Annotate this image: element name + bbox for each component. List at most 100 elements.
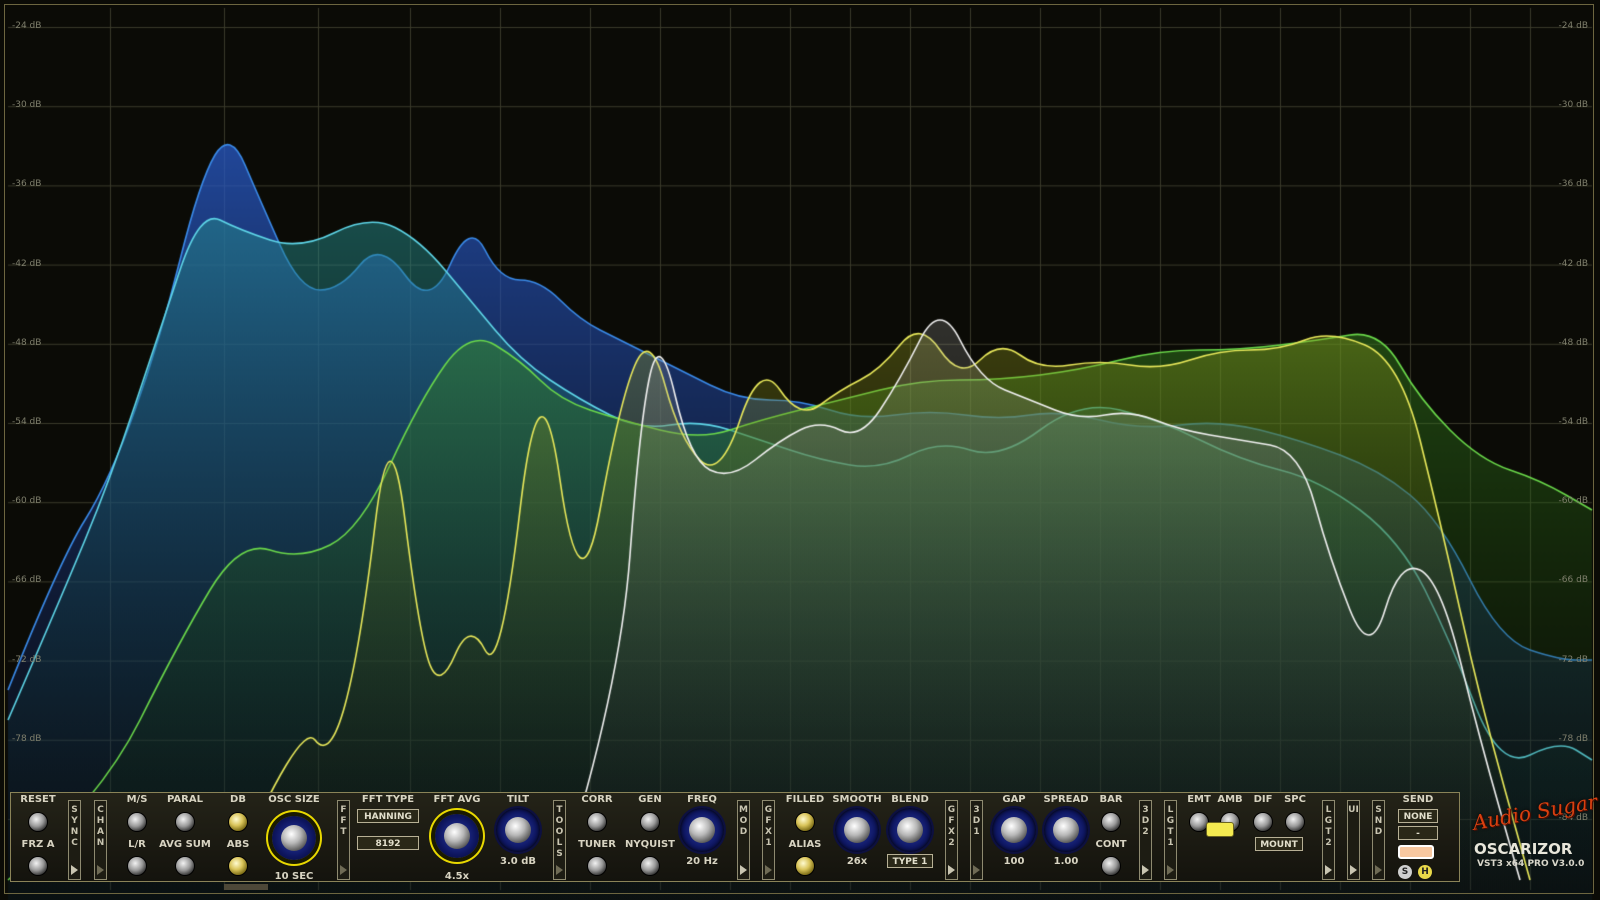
chan-arrow-icon: [97, 865, 104, 875]
3d1-arrow-icon: [973, 865, 980, 875]
fft-tab[interactable]: FFT: [337, 800, 350, 880]
freq-knob[interactable]: [680, 808, 724, 852]
bar-label: BAR: [1099, 794, 1123, 805]
fft-avg-value: 4.5x: [444, 871, 470, 882]
paral-knob[interactable]: [176, 813, 194, 831]
snd-tab[interactable]: SND: [1372, 800, 1385, 880]
db-label-left: -48 dB: [12, 337, 42, 348]
snd-arrow-icon: [1375, 865, 1382, 875]
gap-value: 100: [1003, 856, 1025, 867]
send-target-select[interactable]: NONE: [1398, 809, 1438, 823]
smooth-knob[interactable]: [835, 808, 879, 852]
gap-label: GAP: [1002, 794, 1026, 805]
ms-knob[interactable]: [128, 813, 146, 831]
blend-knob[interactable]: [888, 808, 932, 852]
spc-knob[interactable]: [1286, 813, 1304, 831]
gap-knob[interactable]: [992, 808, 1036, 852]
sync-arrow-icon: [71, 865, 78, 875]
spectrum-display: [0, 0, 1600, 900]
smooth-label: SMOOTH: [832, 794, 882, 805]
spc-label: SPC: [1284, 794, 1306, 805]
paral-label: PARAL: [167, 794, 203, 805]
filled-knob[interactable]: [796, 813, 814, 831]
gfx1-tab-label: GFX1: [764, 805, 773, 848]
lr-knob[interactable]: [128, 857, 146, 875]
sync-tab-label: SYNC: [70, 805, 79, 848]
db-label-left: -66 dB: [12, 575, 42, 586]
tilt-value: 3.0 dB: [500, 856, 536, 867]
lgt2-arrow-icon: [1325, 865, 1332, 875]
fft-arrow-icon: [340, 865, 347, 875]
gfx1-tab[interactable]: GFX1: [762, 800, 775, 880]
mount-button[interactable]: MOUNT: [1255, 837, 1303, 851]
blend-type-select[interactable]: TYPE 1: [887, 854, 933, 868]
freq-label: FREQ: [687, 794, 717, 805]
bar-knob[interactable]: [1102, 813, 1120, 831]
gfx1-arrow-icon: [765, 865, 772, 875]
frz-a-knob[interactable]: [29, 857, 47, 875]
avg-sum-label: AVG SUM: [159, 839, 211, 850]
s-button[interactable]: S: [1398, 865, 1412, 879]
db-label-right: -42 dB: [1558, 258, 1588, 269]
cont-knob[interactable]: [1102, 857, 1120, 875]
lgt2-tab[interactable]: LGT2: [1322, 800, 1335, 880]
send-channel-select[interactable]: -: [1398, 826, 1438, 840]
product-name: OSCARIZOR: [1474, 840, 1573, 858]
fft-avg-knob[interactable]: [435, 814, 479, 858]
light-color-swatch[interactable]: [1206, 822, 1234, 837]
smooth-value: 26x: [846, 856, 868, 867]
chan-tab[interactable]: CHAN: [94, 800, 107, 880]
osc-size-knob[interactable]: [272, 816, 316, 860]
db-label-left: -36 dB: [12, 179, 42, 190]
dif-knob[interactable]: [1254, 813, 1272, 831]
ms-label: M/S: [126, 794, 148, 805]
osc-size-value: 10 SEC: [274, 871, 314, 882]
tuner-knob[interactable]: [588, 857, 606, 875]
fft-size-select[interactable]: 8192: [357, 836, 419, 850]
3d2-arrow-icon: [1142, 865, 1149, 875]
spread-knob[interactable]: [1044, 808, 1088, 852]
db-knob[interactable]: [229, 813, 247, 831]
sync-tab[interactable]: SYNC: [68, 800, 81, 880]
chan-tab-label: CHAN: [96, 805, 105, 848]
tilt-knob[interactable]: [496, 808, 540, 852]
reset-knob[interactable]: [29, 813, 47, 831]
corr-label: CORR: [581, 794, 613, 805]
fft-tab-label: FFT: [340, 805, 347, 837]
db-label-right: -54 dB: [1558, 417, 1588, 427]
h-button[interactable]: H: [1418, 865, 1432, 879]
db-label-right: -36 dB: [1558, 179, 1588, 190]
ui-arrow-icon: [1350, 865, 1357, 875]
3d1-tab[interactable]: 3D1: [970, 800, 983, 880]
fft-type-select[interactable]: HANNING: [357, 809, 419, 823]
send-label: SEND: [1402, 794, 1434, 805]
db-label-left: -42 dB: [12, 258, 42, 269]
lgt2-tab-label: LGT2: [1324, 805, 1333, 848]
alias-knob[interactable]: [796, 857, 814, 875]
spectrum-analyzer: -24 dB -24 dB -30 dB -30 dB -36 dB -36 dB -42 …: [0, 0, 1600, 900]
db-label-left: -72 dB: [12, 654, 42, 665]
product-version: VST3 x64 PRO V3.0.0: [1477, 859, 1585, 869]
db-label-right: -60 dB: [1558, 496, 1588, 507]
corr-knob[interactable]: [588, 813, 606, 831]
nyquist-knob[interactable]: [641, 857, 659, 875]
lgt1-tab[interactable]: LGT1: [1164, 800, 1177, 880]
gen-knob[interactable]: [641, 813, 659, 831]
mod-tab[interactable]: MOD: [737, 800, 750, 880]
gfx2-tab-label: GFX2: [947, 805, 956, 848]
scroll-indicator[interactable]: [224, 884, 268, 890]
mod-tab-label: MOD: [739, 805, 748, 837]
db-label-left: -60 dB: [12, 496, 42, 507]
tools-tab[interactable]: TOOLS: [553, 800, 566, 880]
3d1-tab-label: 3D1: [972, 805, 981, 837]
3d2-tab[interactable]: 3D2: [1139, 800, 1152, 880]
ui-tab[interactable]: UI: [1347, 800, 1360, 880]
db-label-right: -24 dB: [1558, 21, 1588, 31]
mod-arrow-icon: [740, 865, 747, 875]
gfx2-arrow-icon: [948, 865, 955, 875]
avg-sum-knob[interactable]: [176, 857, 194, 875]
gfx2-tab[interactable]: GFX2: [945, 800, 958, 880]
send-color-swatch[interactable]: [1398, 845, 1434, 859]
abs-knob[interactable]: [229, 857, 247, 875]
spread-value: 1.00: [1053, 856, 1079, 867]
